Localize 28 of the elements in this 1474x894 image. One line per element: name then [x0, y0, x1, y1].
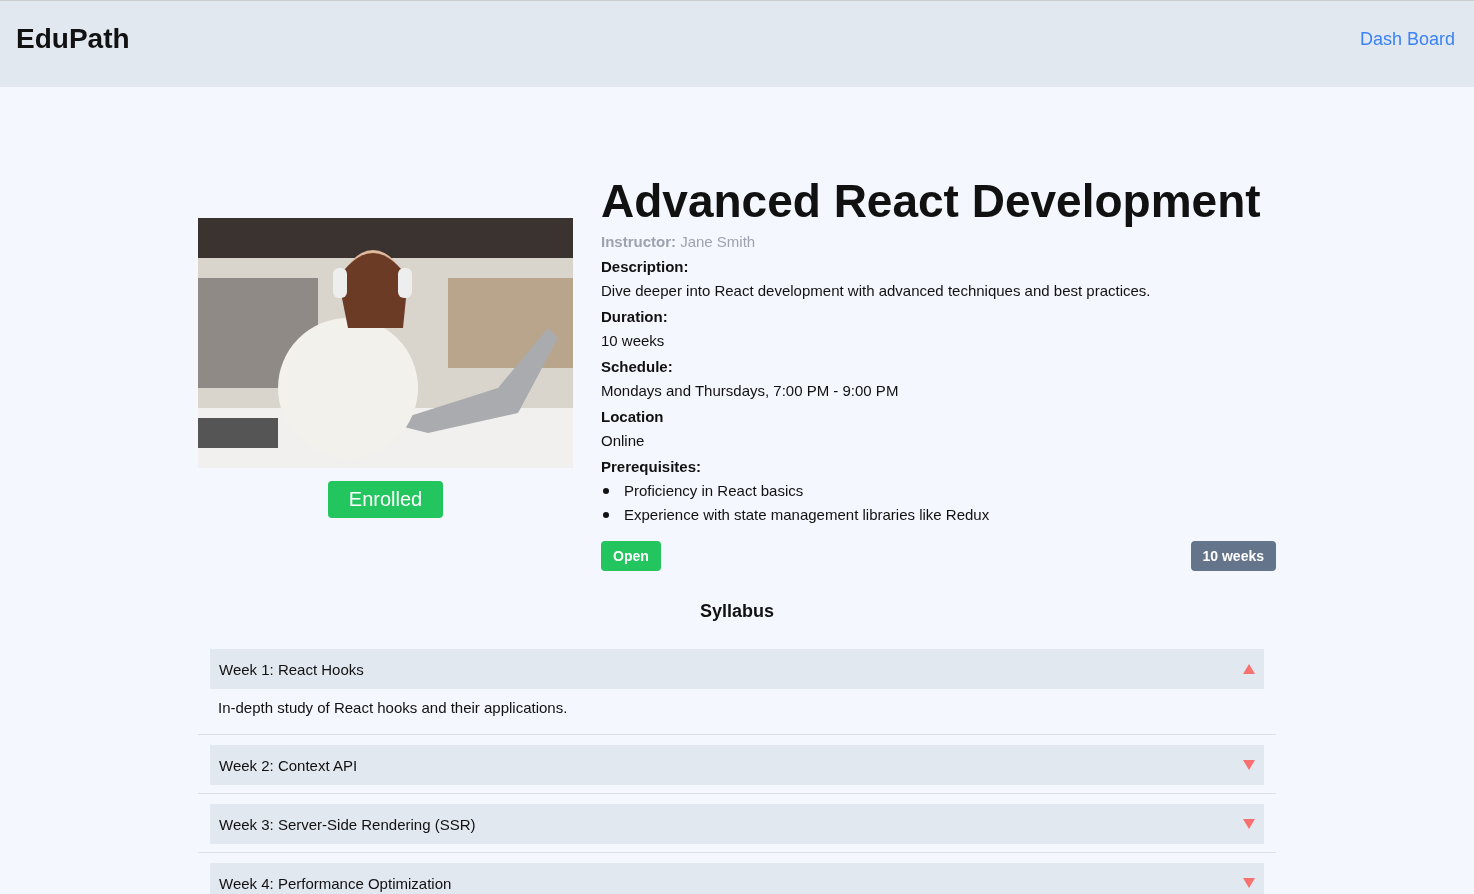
week-header[interactable]: Week 2: Context API	[210, 745, 1264, 785]
detail-value: Dive deeper into React development with advanced techniques and best practices.	[601, 281, 1152, 301]
caret-icon	[1243, 819, 1255, 829]
prerequisite-item: Proficiency in React basics	[624, 481, 804, 501]
prerequisite-item: Experience with state management libraries like Redux	[624, 505, 990, 525]
detail-value: 10 weeks	[601, 331, 666, 351]
status-badge: Open	[601, 541, 661, 571]
logo: EduPath	[16, 23, 130, 55]
week-header[interactable]: Week 4: Performance Optimization	[210, 863, 1264, 894]
detail-value: Mondays and Thursdays, 7:00 PM - 9:00 PM	[601, 381, 900, 401]
detail-label: Duration:	[601, 307, 669, 327]
detail-label: Location	[601, 407, 665, 427]
detail-label: Schedule:	[601, 357, 674, 377]
prerequisites-label: Prerequisites:	[601, 457, 703, 477]
instructor-text: Instructor: Jane Smith	[601, 232, 757, 252]
detail-value: Online	[601, 431, 646, 451]
week-header[interactable]: Week 1: React Hooks	[210, 649, 1264, 689]
caret-icon	[1243, 760, 1255, 770]
bullet-icon	[603, 512, 609, 518]
course-title: Advanced React Development	[601, 175, 1262, 227]
week-content: In-depth study of React hooks and their applications.	[217, 698, 569, 718]
week-header[interactable]: Week 3: Server-Side Rendering (SSR)	[210, 804, 1264, 844]
syllabus-heading: Syllabus	[699, 601, 775, 622]
caret-icon	[1243, 878, 1255, 888]
duration-badge: 10 weeks	[1190, 541, 1276, 571]
detail-label: Description:	[601, 257, 690, 277]
bullet-icon	[603, 488, 609, 494]
caret-icon	[1243, 664, 1255, 674]
